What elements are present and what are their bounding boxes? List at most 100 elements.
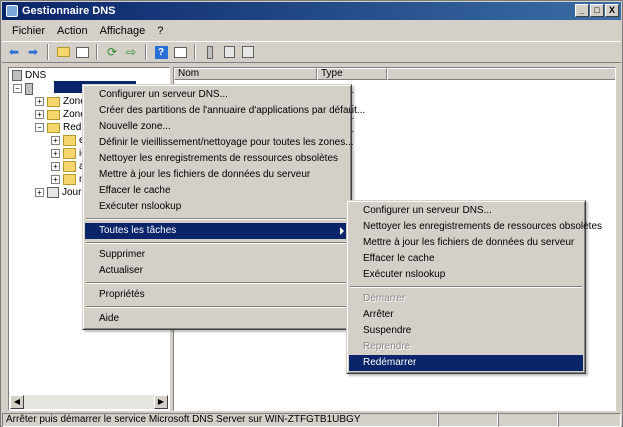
scroll-right-button[interactable]: ▶ xyxy=(154,395,168,409)
menu-item-properties[interactable]: Propriétés xyxy=(85,287,349,303)
show-hide-tree-icon[interactable] xyxy=(74,44,90,60)
column-header-nom[interactable]: Nom xyxy=(174,68,317,80)
tree-item-sub-a[interactable]: + a xyxy=(51,160,85,173)
status-pane-3 xyxy=(498,413,558,427)
submenu-item-resume: Reprendre xyxy=(363,341,411,352)
tree-item-sub-e[interactable]: + e xyxy=(51,134,85,147)
menu-bar: Fichier Action Affichage ? xyxy=(2,21,621,40)
menu-item-clear-cache[interactable]: Effacer le cache xyxy=(85,183,349,199)
menu-separator xyxy=(86,306,348,308)
tree-item-zone-reverse[interactable]: + Zone xyxy=(35,108,86,121)
tree-root[interactable]: DNS xyxy=(12,69,46,82)
submenu-item-update-data-files[interactable]: Mettre à jour les fichiers de données du… xyxy=(349,235,583,251)
menu-item-configure-dns[interactable]: Configurer un serveur DNS... xyxy=(85,87,349,103)
menu-item-refresh[interactable]: Actualiser xyxy=(85,263,349,279)
menu-item-all-tasks[interactable]: Toutes les tâches xyxy=(85,223,349,239)
expand-icon[interactable]: + xyxy=(35,188,44,197)
menu-item-delete[interactable]: Supprimer xyxy=(85,247,349,263)
tree-item-journal[interactable]: + Journ xyxy=(35,186,87,199)
up-folder-icon[interactable] xyxy=(55,44,71,60)
minimize-button[interactable]: _ xyxy=(575,4,589,17)
submenu-item-suspend[interactable]: Suspendre xyxy=(349,323,583,339)
menu-item-aging-scavenging[interactable]: Définir le vieillissement/nettoyage pour… xyxy=(85,135,354,151)
server-icon xyxy=(25,82,33,95)
status-pane-2 xyxy=(438,413,498,427)
submenu-item-stop[interactable]: Arrêter xyxy=(349,307,583,323)
tree-item-zone-direct[interactable]: + Zone xyxy=(35,95,86,108)
back-arrow-icon[interactable]: ⬅ xyxy=(6,44,22,60)
menu-item-create-partitions[interactable]: Créer des partitions de l'annuaire d'app… xyxy=(85,103,365,119)
submenu-item-configure-dns[interactable]: Configurer un serveur DNS... xyxy=(349,203,583,219)
dns-zone-icon[interactable] xyxy=(202,44,218,60)
zone-icon xyxy=(63,174,76,185)
menu-action[interactable]: Action xyxy=(51,25,94,37)
column-header-type[interactable]: Type xyxy=(317,68,387,80)
expand-icon[interactable]: + xyxy=(51,175,60,184)
properties-icon[interactable] xyxy=(172,44,188,60)
context-menu: Configurer un serveur DNS... Créer des p… xyxy=(82,84,365,330)
status-bar: Arrêter puis démarrer le service Microso… xyxy=(2,413,621,427)
zone-icon xyxy=(63,161,76,172)
menu-separator xyxy=(86,282,348,284)
submenu-arrow-icon xyxy=(340,227,344,235)
menu-help[interactable]: ? xyxy=(151,25,169,37)
collapse-icon[interactable]: − xyxy=(35,123,44,132)
maximize-button[interactable]: □ xyxy=(590,4,604,17)
window-controls: _ □ X xyxy=(575,4,619,17)
dns-icon xyxy=(12,70,22,81)
menu-separator xyxy=(350,286,582,288)
menu-fichier[interactable]: Fichier xyxy=(6,25,51,37)
tree-horizontal-scrollbar[interactable]: ◀ ▶ xyxy=(10,395,168,409)
submenu-item-restart[interactable]: Redémarrer xyxy=(349,355,583,371)
folder-icon xyxy=(47,96,60,107)
tree-root-label: DNS xyxy=(25,70,47,81)
menu-separator xyxy=(86,218,348,220)
menu-separator xyxy=(86,242,348,244)
column-header-filler xyxy=(387,68,615,80)
menu-item-new-zone[interactable]: Nouvelle zone... xyxy=(85,119,349,135)
export-icon[interactable]: ⇨ xyxy=(123,44,139,60)
menu-item-all-tasks-label: Toutes les tâches xyxy=(99,225,177,236)
title-bar[interactable]: Gestionnaire DNS _ □ X xyxy=(2,2,621,20)
tree-item-sub-n[interactable]: + n xyxy=(51,173,85,186)
submenu-item-clear-cache[interactable]: Effacer le cache xyxy=(349,251,583,267)
expand-icon[interactable]: + xyxy=(51,149,60,158)
folder-icon xyxy=(47,122,60,133)
close-button[interactable]: X xyxy=(605,4,619,17)
scroll-left-button[interactable]: ◀ xyxy=(10,395,24,409)
menu-affichage[interactable]: Affichage xyxy=(94,25,152,37)
menu-item-nslookup[interactable]: Exécuter nslookup xyxy=(85,199,349,215)
toolbar-separator xyxy=(194,44,196,60)
record-icon[interactable] xyxy=(221,44,237,60)
menu-item-scavenge-records[interactable]: Nettoyer les enregistrements de ressourc… xyxy=(85,151,349,167)
folder-icon xyxy=(47,109,60,120)
status-text: Arrêter puis démarrer le service Microso… xyxy=(2,413,438,427)
tree-item-sub-ic[interactable]: + ic xyxy=(51,147,86,160)
expand-icon[interactable]: + xyxy=(51,162,60,171)
tree-server-node[interactable]: − xyxy=(13,82,36,95)
toolbar-separator xyxy=(96,44,98,60)
collapse-icon[interactable]: − xyxy=(13,84,22,93)
toolbar-separator xyxy=(145,44,147,60)
expand-icon[interactable]: + xyxy=(35,110,44,119)
submenu-item-scavenge-records[interactable]: Nettoyer les enregistrements de ressourc… xyxy=(349,219,602,235)
menu-item-update-data-files[interactable]: Mettre à jour les fichiers de données du… xyxy=(85,167,349,183)
all-tasks-submenu: Configurer un serveur DNS... Nettoyer le… xyxy=(346,200,602,374)
toolbar-separator xyxy=(47,44,49,60)
forward-arrow-icon[interactable]: ➡ xyxy=(25,44,41,60)
zone-icon xyxy=(63,148,76,159)
refresh-icon[interactable]: ⟳ xyxy=(104,44,120,60)
window-title: Gestionnaire DNS xyxy=(22,5,116,17)
expand-icon[interactable]: + xyxy=(35,97,44,106)
submenu-item-nslookup[interactable]: Exécuter nslookup xyxy=(349,267,583,283)
submenu-item-start: Démarrer xyxy=(363,293,406,304)
zone-icon xyxy=(63,135,76,146)
tree-item-redirecteurs[interactable]: − Redir xyxy=(35,121,87,134)
event-log-icon xyxy=(47,187,59,198)
status-pane-4 xyxy=(558,413,621,427)
help-icon[interactable]: ? xyxy=(153,44,169,60)
list-view-icon[interactable] xyxy=(240,44,256,60)
expand-icon[interactable]: + xyxy=(51,136,60,145)
menu-item-help[interactable]: Aide xyxy=(85,311,349,327)
toolbar: ⬅ ➡ ⟳ ⇨ ? xyxy=(2,41,621,63)
